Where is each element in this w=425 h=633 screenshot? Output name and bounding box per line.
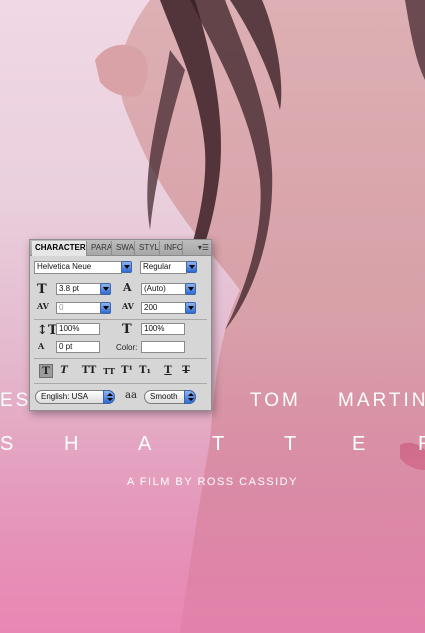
panel-menu-icon[interactable]: ▾☰ <box>198 243 209 252</box>
title-letter: T <box>212 433 225 455</box>
film-title: S H A T T E R <box>0 433 425 459</box>
strikethrough-button[interactable]: T <box>179 364 193 378</box>
faux-italic-button[interactable]: T <box>57 364 71 378</box>
font-size-icon: T <box>37 282 47 297</box>
title-letter: H <box>64 433 79 455</box>
credit-left: ES <box>0 390 32 411</box>
font-size-dropdown-icon[interactable] <box>100 283 111 295</box>
title-letter: R <box>418 433 425 456</box>
chevron-updown-icon <box>103 390 115 404</box>
tab-paragraph[interactable]: PARA <box>88 241 112 256</box>
antialias-select[interactable]: Smooth <box>144 390 196 404</box>
leading-icon: A <box>123 281 132 294</box>
panel-tabs: CHARACTER PARA SWA STYL INFO ▾☰ <box>30 240 211 256</box>
leading-dropdown-icon[interactable] <box>185 283 196 295</box>
antialias-value: Smooth <box>150 392 178 401</box>
tab-info[interactable]: INFO <box>161 241 183 256</box>
credit-martin: MARTIN <box>338 390 425 411</box>
horizontal-scale-field[interactable]: 100% <box>141 323 185 335</box>
font-size-field[interactable]: 3.8 pt <box>56 283 101 295</box>
tracking-field[interactable]: 200 <box>141 302 186 314</box>
vertical-scale-icon: ↕T <box>37 323 58 338</box>
all-caps-button[interactable]: TT <box>80 364 98 378</box>
font-family-field[interactable]: Helvetica Neue <box>34 261 122 274</box>
faux-bold-button[interactable]: T <box>39 364 53 378</box>
font-style-field[interactable]: Regular <box>140 261 187 274</box>
tab-character[interactable]: CHARACTER <box>32 241 87 256</box>
baseline-shift-field[interactable]: 0 pt <box>56 341 100 353</box>
font-family-dropdown-icon[interactable] <box>121 261 132 273</box>
antialias-icon: aa <box>125 390 137 401</box>
divider <box>34 358 207 359</box>
horizontal-scale-icon: T <box>122 322 132 337</box>
subscript-button[interactable]: T₁ <box>138 364 152 378</box>
color-swatch[interactable] <box>141 341 185 353</box>
title-letter: S <box>0 433 14 455</box>
title-letter: A <box>138 433 152 455</box>
tab-swatches[interactable]: SWA <box>113 241 135 256</box>
chevron-updown-icon <box>184 390 196 404</box>
leading-field[interactable]: (Auto) <box>141 283 186 295</box>
font-style-dropdown-icon[interactable] <box>186 261 197 273</box>
title-letter: E <box>352 433 366 455</box>
title-letter: T <box>284 433 297 455</box>
byline: A FILM BY ROSS CASSIDY <box>127 476 298 488</box>
tracking-icon: AV <box>122 301 134 311</box>
small-caps-button[interactable]: TT <box>100 364 118 378</box>
superscript-button[interactable]: T¹ <box>120 364 134 378</box>
vertical-scale-field[interactable]: 100% <box>56 323 100 335</box>
baseline-shift-icon: A <box>38 341 45 351</box>
kerning-dropdown-icon[interactable] <box>100 302 111 314</box>
kerning-icon: AV <box>37 301 49 311</box>
divider <box>34 319 207 320</box>
kerning-field[interactable]: 0 <box>56 302 101 314</box>
tracking-dropdown-icon[interactable] <box>185 302 196 314</box>
color-label: Color: <box>116 343 138 352</box>
language-select[interactable]: English: USA <box>35 390 115 404</box>
divider <box>34 383 207 384</box>
character-panel: CHARACTER PARA SWA STYL INFO ▾☰ Helvetic… <box>29 239 212 411</box>
tab-styles[interactable]: STYL <box>136 241 160 256</box>
language-value: English: USA <box>41 392 89 401</box>
underline-button[interactable]: T <box>161 364 175 378</box>
credit-tom: TOM <box>250 390 301 411</box>
